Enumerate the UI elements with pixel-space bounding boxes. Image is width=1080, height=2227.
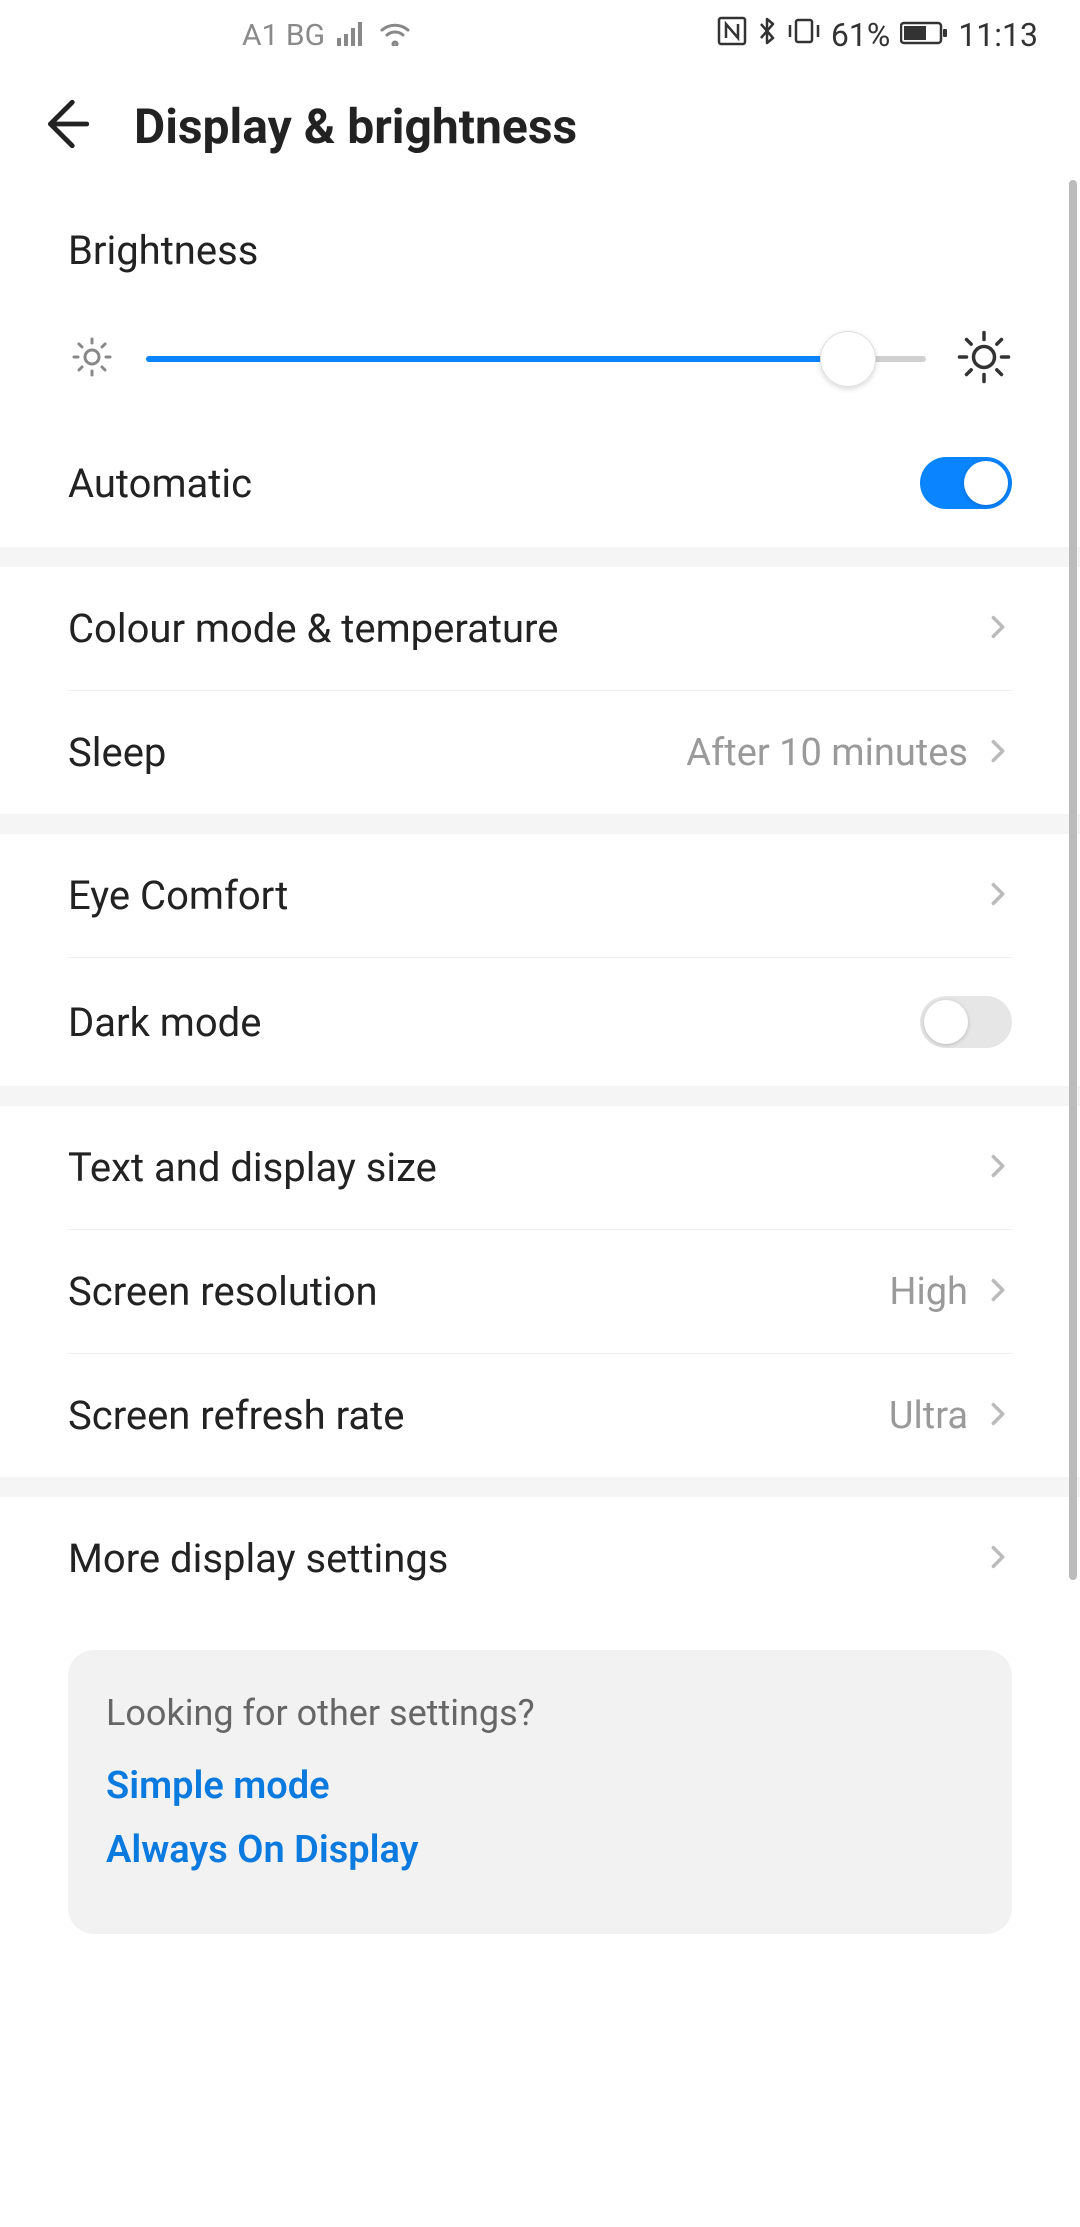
other-settings-title: Looking for other settings?: [106, 1692, 974, 1734]
more-display-label: More display settings: [68, 1535, 448, 1582]
back-arrow-icon[interactable]: [36, 95, 94, 157]
colour-mode-label: Colour mode & temperature: [68, 605, 558, 652]
battery-percent: 61%: [831, 16, 890, 54]
resolution-value: High: [889, 1270, 968, 1314]
scrollbar[interactable]: [1069, 180, 1077, 1580]
automatic-row: Automatic: [0, 419, 1080, 547]
dark-mode-label: Dark mode: [68, 999, 261, 1046]
eye-comfort-row[interactable]: Eye Comfort: [0, 834, 1080, 957]
header: Display & brightness: [0, 70, 1080, 207]
refresh-value: Ultra: [889, 1394, 968, 1438]
chevron-right-icon: [984, 1152, 1012, 1184]
page-title: Display & brightness: [134, 98, 577, 155]
eye-comfort-label: Eye Comfort: [68, 872, 288, 919]
dark-mode-toggle[interactable]: [920, 996, 1012, 1048]
sleep-row[interactable]: Sleep After 10 minutes: [68, 690, 1012, 814]
brightness-slider[interactable]: [146, 356, 926, 362]
clock: 11:13: [958, 16, 1038, 54]
chevron-right-icon: [984, 1276, 1012, 1308]
refresh-row[interactable]: Screen refresh rate Ultra: [68, 1353, 1012, 1477]
other-settings-box: Looking for other settings? Simple mode …: [68, 1650, 1012, 1934]
colour-mode-row[interactable]: Colour mode & temperature: [0, 567, 1080, 690]
sleep-value: After 10 minutes: [686, 731, 968, 775]
brightness-high-icon: [956, 329, 1012, 389]
resolution-row[interactable]: Screen resolution High: [68, 1229, 1012, 1353]
bluetooth-icon: [757, 16, 777, 54]
sleep-label: Sleep: [68, 729, 166, 776]
refresh-label: Screen refresh rate: [68, 1392, 404, 1439]
chevron-right-icon: [984, 1543, 1012, 1575]
text-size-row[interactable]: Text and display size: [0, 1106, 1080, 1229]
wifi-icon: [379, 16, 411, 54]
brightness-thumb[interactable]: [820, 331, 876, 387]
battery-icon: [900, 16, 948, 54]
simple-mode-link[interactable]: Simple mode: [106, 1764, 974, 1808]
automatic-toggle[interactable]: [920, 457, 1012, 509]
text-size-label: Text and display size: [68, 1144, 437, 1191]
brightness-low-icon: [68, 333, 116, 385]
vibrate-icon: [787, 16, 821, 54]
always-on-display-link[interactable]: Always On Display: [106, 1828, 974, 1872]
dark-mode-row: Dark mode: [68, 957, 1012, 1086]
nfc-icon: [717, 16, 747, 54]
more-display-row[interactable]: More display settings: [0, 1497, 1080, 1620]
chevron-right-icon: [984, 613, 1012, 645]
signal-icon: [337, 16, 367, 54]
carrier-label: A1 BG: [242, 18, 325, 53]
automatic-label: Automatic: [68, 460, 252, 507]
brightness-section: Brightness Automatic: [0, 207, 1080, 547]
chevron-right-icon: [984, 737, 1012, 769]
chevron-right-icon: [984, 880, 1012, 912]
brightness-label: Brightness: [0, 207, 1080, 299]
status-bar: A1 BG 61% 11:13: [0, 0, 1080, 70]
chevron-right-icon: [984, 1400, 1012, 1432]
resolution-label: Screen resolution: [68, 1268, 378, 1315]
